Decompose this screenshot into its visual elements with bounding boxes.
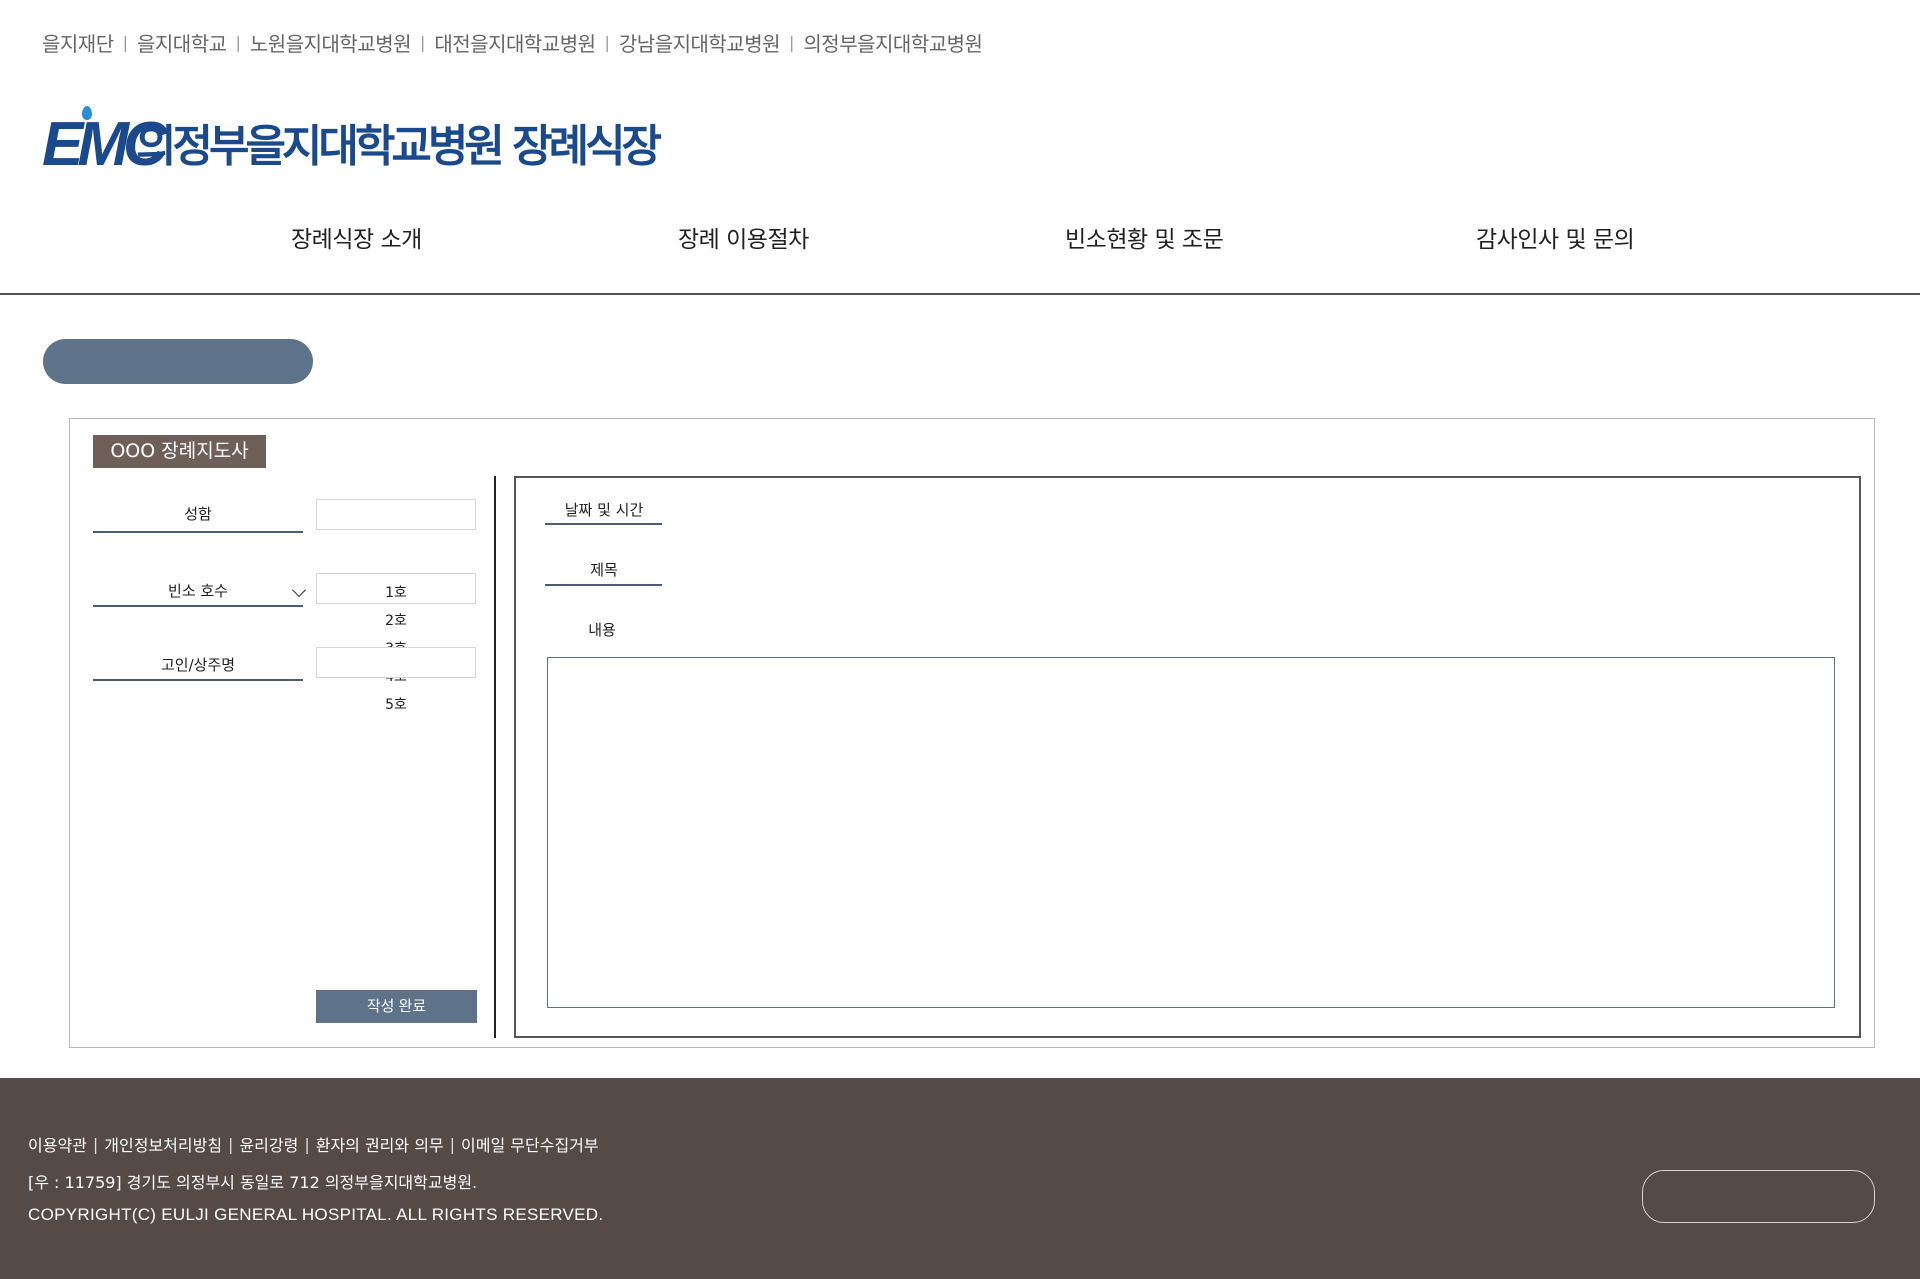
- date-time-label: 날짜 및 시간: [564, 501, 644, 519]
- family-link-uijeongbu[interactable]: 의정부을지대학교병원: [803, 28, 983, 57]
- family-link-daejeon[interactable]: 대전을지대학교병원: [434, 28, 596, 57]
- separator: |: [228, 1134, 234, 1154]
- separator: |: [789, 33, 795, 52]
- separator: |: [304, 1134, 310, 1154]
- separator: |: [92, 1134, 99, 1154]
- panel-divider: [494, 476, 496, 1038]
- nav-divider: [0, 293, 1920, 295]
- room-option-2[interactable]: 2호: [316, 610, 476, 630]
- footer-link-patient-rights[interactable]: 환자의 권리와 의무: [316, 1132, 444, 1156]
- family-link-university[interactable]: 을지대학교: [137, 28, 227, 57]
- nav-item-procedure[interactable]: 장례 이용절차: [678, 220, 809, 254]
- name-input[interactable]: [316, 499, 476, 530]
- deceased-underline: [93, 679, 303, 681]
- family-site-select[interactable]: [1642, 1170, 1875, 1223]
- site-logo[interactable]: EMC 의정부을지대학교병원 장례식장: [42, 104, 662, 176]
- family-link-nowon[interactable]: 노원을지대학교병원: [250, 28, 412, 57]
- separator: |: [604, 33, 610, 52]
- footer-copyright: COPYRIGHT(C) EULJI GENERAL HOSPITAL. ALL…: [28, 1205, 604, 1224]
- logo-text: 의정부을지대학교병원 장례식장: [136, 121, 662, 172]
- content-label: 내용: [588, 621, 616, 639]
- room-option-1[interactable]: 1호: [316, 582, 476, 602]
- title-label: 제목: [590, 561, 618, 579]
- footer-link-terms[interactable]: 이용약관: [28, 1132, 87, 1156]
- nav-item-inquiry[interactable]: 감사인사 및 문의: [1476, 220, 1635, 254]
- footer-links: 이용약관 | 개인정보처리방침 | 윤리강령 | 환자의 권리와 의무 | 이메…: [28, 1132, 599, 1156]
- family-link-gangnam[interactable]: 강남을지대학교병원: [619, 28, 781, 57]
- footer-address: [우 : 11759] 경기도 의정부시 동일로 712 의정부을지대학교병원.: [28, 1173, 478, 1192]
- room-option-5[interactable]: 5호: [316, 694, 476, 714]
- name-label: 성함: [184, 505, 212, 523]
- date-time-underline[interactable]: [545, 523, 662, 525]
- deceased-input[interactable]: [316, 647, 476, 678]
- name-underline: [93, 531, 303, 533]
- director-tag: OOO 장례지도사: [93, 435, 266, 468]
- separator: |: [420, 33, 426, 52]
- title-underline[interactable]: [545, 584, 662, 586]
- nav-item-rooms[interactable]: 빈소현황 및 조문: [1065, 220, 1224, 254]
- room-label: 빈소 호수: [168, 582, 228, 600]
- separator: |: [449, 1134, 456, 1154]
- footer-link-email-refusal[interactable]: 이메일 무단수집거부: [461, 1132, 599, 1156]
- footer-link-privacy[interactable]: 개인정보처리방침: [104, 1132, 222, 1156]
- deceased-label: 고인/상주명: [160, 656, 236, 674]
- separator: |: [122, 33, 128, 52]
- logo-mark-text: EMC: [42, 110, 168, 179]
- content-textarea[interactable]: [547, 657, 1835, 1008]
- footer-link-ethics[interactable]: 윤리강령: [239, 1132, 298, 1156]
- page-title-pill: [43, 339, 313, 384]
- family-site-links: 을지재단 | 을지대학교 | 노원을지대학교병원 | 대전을지대학교병원 | 강…: [42, 28, 983, 57]
- room-underline: [93, 605, 303, 607]
- family-link-foundation[interactable]: 을지재단: [42, 28, 114, 57]
- separator: |: [235, 33, 241, 52]
- nav-item-about[interactable]: 장례식장 소개: [291, 220, 422, 254]
- submit-button[interactable]: 작성 완료: [316, 990, 477, 1023]
- emc-logo-mark: EMC: [42, 106, 168, 176]
